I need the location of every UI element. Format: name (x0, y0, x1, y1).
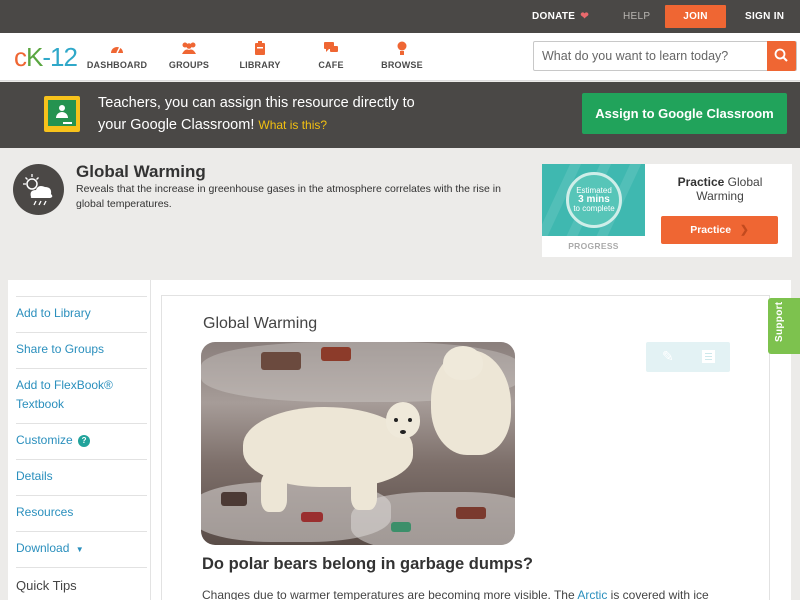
customize-link[interactable]: Customize ? (16, 431, 139, 450)
what-is-this-link[interactable]: What is this? (258, 118, 327, 132)
download-link[interactable]: Download ▼ (16, 539, 139, 559)
chevron-right-icon: ❯ (739, 224, 749, 236)
practice-progress-badge: Estimated 3 mins to complete (542, 164, 645, 236)
nav-browse[interactable]: BROWSE (367, 41, 437, 70)
google-classroom-banner: Teachers, you can assign this resource d… (0, 82, 800, 148)
sidebar: Add to Library Share to Groups Add to Fl… (8, 280, 151, 600)
nav-cafe[interactable]: CAFE (296, 41, 366, 70)
search-input[interactable] (534, 42, 768, 70)
pencil-icon[interactable]: ✎ (662, 348, 674, 365)
top-utility-bar: DONATE ❤ HELP JOIN SIGN IN (0, 0, 800, 33)
lesson-paragraph: Changes due to warmer temperatures are b… (202, 588, 709, 600)
lesson-question: Do polar bears belong in garbage dumps? (202, 555, 533, 573)
nav-library[interactable]: LIBRARY (225, 41, 295, 70)
groups-icon (154, 41, 224, 57)
content-title: Global Warming (203, 315, 318, 332)
support-tab[interactable]: Support (768, 298, 800, 354)
browse-icon (367, 41, 437, 57)
donate-link[interactable]: DONATE ❤ (532, 0, 589, 33)
annotation-toolbar: ✎ (646, 342, 730, 372)
join-button[interactable]: JOIN (665, 5, 726, 28)
ck12-logo[interactable]: cK-12 (14, 42, 78, 73)
cafe-icon (296, 41, 366, 57)
add-to-library-link[interactable]: Add to Library (16, 304, 139, 323)
practice-label: Practice Global Warming (677, 175, 763, 203)
heart-icon: ❤ (580, 11, 590, 22)
nav-dashboard[interactable]: DASHBOARD (82, 41, 152, 70)
caret-down-icon: ▼ (75, 545, 84, 554)
arctic-link[interactable]: Arctic (577, 588, 607, 600)
sign-in-link[interactable]: SIGN IN (745, 0, 784, 33)
share-to-groups-link[interactable]: Share to Groups (16, 340, 139, 359)
help-link[interactable]: HELP (623, 0, 650, 33)
dashboard-icon (82, 41, 152, 57)
quick-tips-heading: Quick Tips (16, 578, 77, 593)
concept-description: Reveals that the increase in greenhouse … (76, 183, 501, 210)
classroom-message: Teachers, you can assign this resource d… (98, 95, 415, 133)
search-button[interactable] (767, 41, 796, 71)
add-to-flexbook-link[interactable]: Add to FlexBook® Textbook (16, 376, 139, 414)
polar-bears-photo (201, 342, 515, 545)
help-question-icon[interactable]: ? (78, 435, 91, 447)
nav-groups[interactable]: GROUPS (154, 41, 224, 70)
assign-google-classroom-button[interactable]: Assign to Google Classroom (582, 93, 787, 134)
progress-label: PROGRESS (568, 241, 619, 251)
search-icon (774, 48, 788, 62)
practice-card: Estimated 3 mins to complete PROGRESS Pr… (542, 164, 792, 257)
search-box (533, 41, 797, 71)
library-icon (225, 41, 295, 57)
notes-icon[interactable] (702, 350, 715, 363)
main-nav: cK-12 DASHBOARD GROUPS LIBRARY CAFE BROW… (0, 33, 800, 81)
concept-title: Global Warming (76, 162, 206, 181)
practice-button[interactable]: Practice ❯ (661, 216, 778, 244)
weather-icon (13, 164, 64, 215)
resources-link[interactable]: Resources (16, 503, 139, 522)
details-link[interactable]: Details (16, 467, 139, 486)
google-classroom-icon (44, 96, 80, 132)
estimated-time-circle: Estimated 3 mins to complete (566, 172, 622, 228)
